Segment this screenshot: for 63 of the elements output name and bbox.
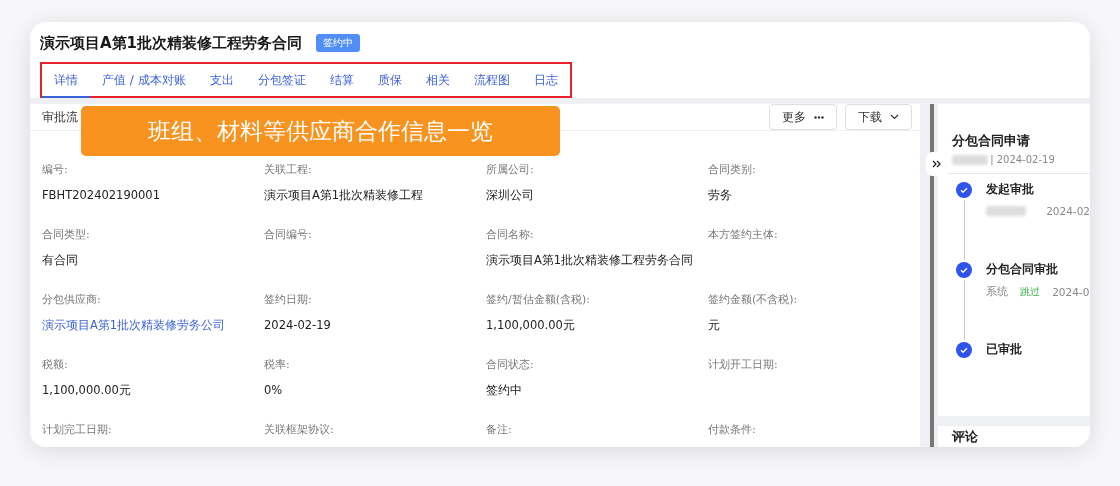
step-result: 跳过 xyxy=(1020,285,1041,299)
field-value: 劳务 xyxy=(708,188,733,203)
field-value: 元 xyxy=(708,318,721,333)
field-value: 1,100,000.00元 xyxy=(486,318,576,333)
field-label: 计划开工日期: xyxy=(708,357,779,372)
step-date: 2024-02 xyxy=(1046,205,1090,217)
field-label: 签约金额(不含税): xyxy=(708,292,799,307)
field-value: 0% xyxy=(264,383,284,397)
double-chevron-right-icon xyxy=(932,160,942,168)
field-label: 计划完工日期: xyxy=(42,422,113,437)
field-value: 1,100,000.00元 xyxy=(42,383,132,398)
more-button[interactable]: 更多 xyxy=(769,104,837,130)
field-label: 编号: xyxy=(42,162,69,177)
expand-button[interactable] xyxy=(926,152,948,176)
field-label: 税率: xyxy=(264,357,291,372)
tab[interactable]: 产值 / 成本对账 xyxy=(90,64,198,98)
approval-title: 分包合同申请 xyxy=(952,132,1032,150)
field-value: 签约中 xyxy=(486,383,523,398)
tab[interactable]: 支出 xyxy=(197,64,246,98)
tab[interactable]: 相关 xyxy=(413,64,462,98)
page-title: 演示项目A第1批次精装修工程劳务合同 xyxy=(40,33,303,53)
field-label: 合同编号: xyxy=(264,227,313,242)
tab[interactable]: 结算 xyxy=(317,64,366,98)
field-value: 有合同 xyxy=(42,253,79,268)
field-label: 合同状态: xyxy=(486,357,535,372)
step-title: 已审批 xyxy=(986,342,1023,357)
field-label: 合同类型: xyxy=(42,227,91,242)
tab[interactable]: 详情 xyxy=(42,64,90,98)
field-value: FBHT202402190001 xyxy=(42,188,161,202)
ellipsis-icon xyxy=(814,115,824,119)
field-value: 演示项目A第1批次精装修工程 xyxy=(264,188,425,203)
field-value: 深圳公司 xyxy=(486,188,535,203)
tab[interactable]: 质保 xyxy=(365,64,414,98)
approval-date: | 2024-02-19 xyxy=(990,154,1055,165)
step-title: 发起审批 xyxy=(986,182,1036,197)
chevron-down-icon xyxy=(890,114,899,120)
field-link[interactable]: 演示项目A第1批次精装修劳务公司 xyxy=(42,318,264,333)
overlay-banner: 班组、材料等供应商合作信息一览 xyxy=(81,106,560,156)
download-button[interactable]: 下载 xyxy=(845,104,912,130)
field-value: 2024-02-19 xyxy=(264,318,332,332)
field-label: 分包供应商: xyxy=(42,292,102,307)
section-heading: 审批流 xyxy=(42,108,78,126)
field-label: 签约/暂估金额(含税): xyxy=(486,292,591,307)
status-badge: 签约中 xyxy=(316,34,361,52)
field-label: 付款条件: xyxy=(708,422,757,437)
step-date: 2024-0 xyxy=(1052,286,1090,298)
field-label: 合同名称: xyxy=(486,227,535,242)
field-label: 本方签约主体: xyxy=(708,227,779,242)
scrollbar[interactable] xyxy=(930,104,935,447)
field-label: 关联工程: xyxy=(264,162,313,177)
step-title: 分包合同审批 xyxy=(986,262,1060,277)
field-label: 关联框架协议: xyxy=(264,422,335,437)
step-person: 系统 xyxy=(986,285,1009,299)
tab[interactable]: 日志 xyxy=(521,64,570,98)
field-label: 合同类别: xyxy=(708,162,757,177)
field-label: 税额: xyxy=(42,357,69,372)
comments-title: 评论 xyxy=(952,428,980,446)
field-label: 所属公司: xyxy=(486,162,535,177)
tab[interactable]: 分包签证 xyxy=(245,64,318,98)
field-label: 备注: xyxy=(486,422,513,437)
tab[interactable]: 流程图 xyxy=(461,64,522,98)
field-label: 签约日期: xyxy=(264,292,313,307)
field-value: 演示项目A第1批次精装修工程劳务合同 xyxy=(486,253,695,268)
